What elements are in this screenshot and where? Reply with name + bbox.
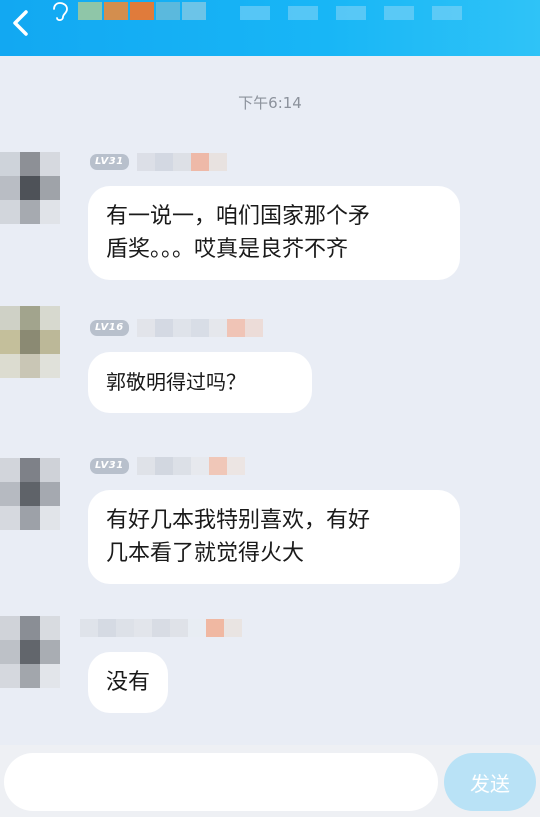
sender-meta: LV16 bbox=[90, 318, 263, 338]
contact-subtitle-blurred bbox=[240, 6, 480, 20]
message-bubble[interactable]: 有一说一，咱们国家那个矛 盾奖。。。哎真是良芥不齐 bbox=[88, 186, 460, 280]
sender-name-blurred bbox=[136, 319, 263, 337]
contact-name-blurred bbox=[78, 2, 208, 22]
avatar[interactable] bbox=[0, 306, 60, 378]
sender-meta: LV31 bbox=[90, 456, 245, 476]
level-badge: LV31 bbox=[90, 458, 129, 474]
message-bubble[interactable]: 没有 bbox=[88, 652, 169, 713]
send-button[interactable]: 发送 bbox=[444, 753, 536, 811]
level-badge: LV16 bbox=[90, 320, 129, 336]
input-bar: 发送 bbox=[0, 745, 540, 817]
sender-name-blurred bbox=[136, 457, 245, 475]
sender-meta: LV31 bbox=[90, 152, 227, 172]
message-bubble[interactable]: 有好几本我特别喜欢，有好 几本看了就觉得火大 bbox=[88, 490, 460, 584]
chevron-left-icon bbox=[13, 10, 28, 36]
avatar[interactable] bbox=[0, 458, 60, 530]
chat-header bbox=[0, 0, 540, 56]
ear-icon bbox=[53, 2, 68, 22]
sender-meta bbox=[80, 618, 242, 638]
back-button[interactable] bbox=[4, 6, 38, 40]
avatar[interactable] bbox=[0, 152, 60, 224]
avatar[interactable] bbox=[0, 616, 60, 688]
sender-name-blurred bbox=[80, 619, 242, 637]
message-input[interactable] bbox=[4, 753, 438, 811]
level-badge: LV31 bbox=[90, 154, 129, 170]
sender-name-blurred bbox=[136, 153, 227, 171]
message-bubble[interactable]: 郭敬明得过吗？ bbox=[88, 352, 312, 413]
message-timestamp: 下午6:14 bbox=[238, 94, 302, 112]
